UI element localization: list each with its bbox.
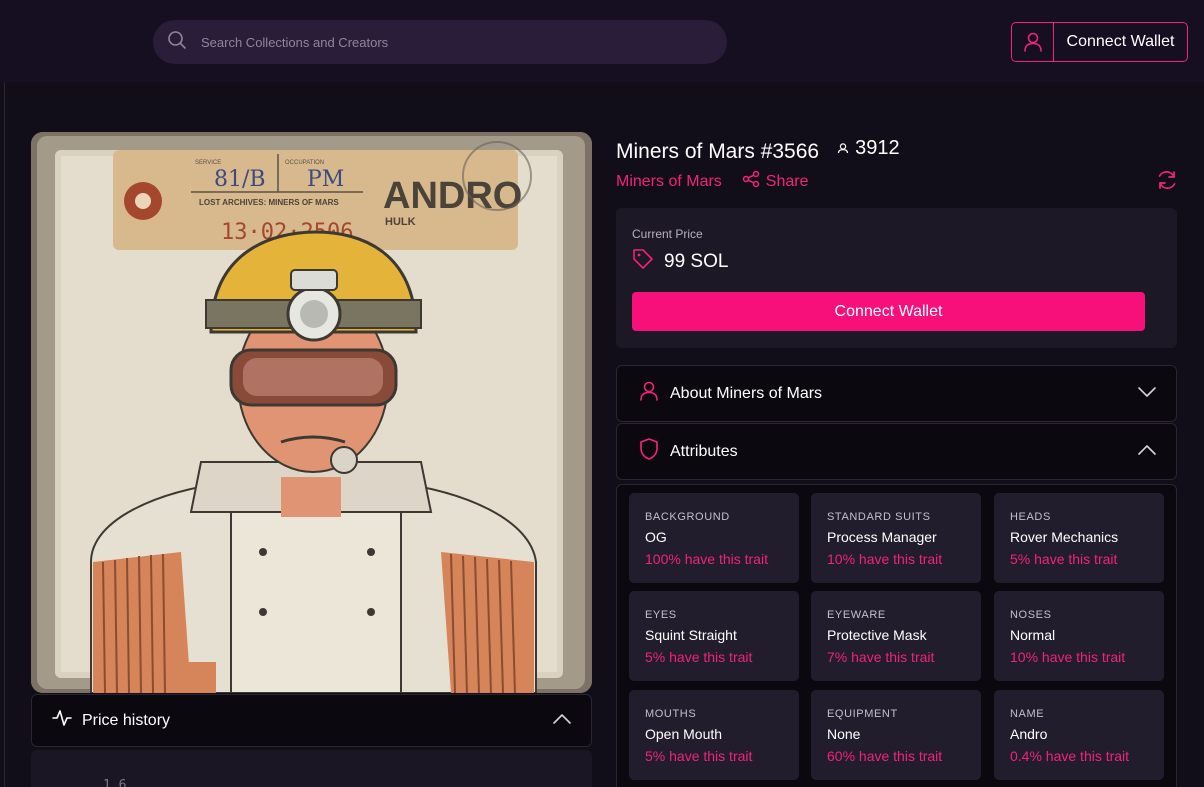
attribute-type: EYES <box>645 609 677 621</box>
attribute-type: NOSES <box>1010 609 1052 621</box>
holders-count: 3912 <box>837 137 900 160</box>
nft-title: Miners of Mars #3566 <box>616 140 820 163</box>
activity-icon <box>52 709 72 732</box>
attribute-value: Protective Mask <box>827 627 927 643</box>
person-icon <box>837 137 855 160</box>
attribute-card: EYES Squint Straight 5% have this trait <box>629 591 799 681</box>
art-occupation-label: OCCUPATION <box>285 160 324 166</box>
attribute-type: STANDARD SUITS <box>827 511 931 523</box>
search-bar[interactable] <box>153 20 727 64</box>
attribute-card: HEADS Rover Mechanics 5% have this trait <box>994 493 1164 583</box>
attribute-value: Open Mouth <box>645 726 723 742</box>
attribute-card: NAME Andro 0.4% have this trait <box>994 690 1164 780</box>
attribute-card: BACKGROUND OG 100% have this trait <box>629 493 799 583</box>
current-price-label: Current Price <box>632 227 703 241</box>
attribute-rarity: 100% have this trait <box>645 551 768 567</box>
search-input[interactable] <box>201 34 681 50</box>
chevron-down-icon[interactable] <box>1138 385 1156 403</box>
nft-subtitle-row: Miners of Mars Share <box>616 170 809 193</box>
attribute-type: BACKGROUND <box>645 511 730 523</box>
attribute-value: Andro <box>1010 726 1048 742</box>
art-service-value: 81/B <box>214 167 266 192</box>
attribute-rarity: 5% have this trait <box>645 649 753 665</box>
about-collection-accordion[interactable]: About Miners of Mars <box>616 365 1177 422</box>
attribute-type: NAME <box>1010 708 1045 720</box>
art-subname: HULK <box>385 216 416 228</box>
attribute-type: EYEWARE <box>827 609 886 621</box>
price-line: 99 SOL <box>632 248 728 275</box>
price-history-title: Price history <box>82 711 171 729</box>
art-service-label: SERVICE <box>195 160 221 166</box>
shield-icon <box>638 437 660 466</box>
attribute-rarity: 60% have this trait <box>827 748 943 764</box>
attribute-card: MOUTHS Open Mouth 5% have this trait <box>629 690 799 780</box>
chevron-up-icon[interactable] <box>1138 443 1156 461</box>
price-history-y-tick: 1.6 <box>103 778 127 787</box>
attribute-value: OG <box>645 529 667 545</box>
attribute-type: MOUTHS <box>645 708 697 720</box>
price-amount: 99 SOL <box>664 250 729 272</box>
attribute-rarity: 7% have this trait <box>827 649 935 665</box>
chevron-up-icon[interactable] <box>553 712 571 730</box>
holders-value: 3912 <box>855 136 900 159</box>
attribute-card: EQUIPMENT None 60% have this trait <box>811 690 981 780</box>
attribute-card: STANDARD SUITS Process Manager 10% have … <box>811 493 981 583</box>
attribute-card: NOSES Normal 10% have this trait <box>994 591 1164 681</box>
attributes-panel: BACKGROUND OG 100% have this trait STAND… <box>616 484 1177 787</box>
share-icon <box>742 170 760 193</box>
attribute-rarity: 0.4% have this trait <box>1010 748 1130 764</box>
tag-icon <box>632 248 654 275</box>
attributes-label: Attributes <box>670 442 738 460</box>
attribute-value: None <box>827 726 861 742</box>
refresh-icon[interactable] <box>1156 170 1178 195</box>
attribute-value: Normal <box>1010 627 1056 643</box>
nft-image: SERVICE 81/B OCCUPATION PM LOST ARCHIVES… <box>31 132 592 693</box>
attribute-value: Squint Straight <box>645 627 737 643</box>
attribute-rarity: 10% have this trait <box>827 551 943 567</box>
collection-link[interactable]: Miners of Mars <box>616 173 722 191</box>
attribute-value: Process Manager <box>827 529 937 545</box>
connect-wallet-button[interactable]: Connect Wallet <box>632 292 1145 331</box>
attribute-type: EQUIPMENT <box>827 708 898 720</box>
about-collection-label: About Miners of Mars <box>670 384 823 402</box>
price-history-accordion[interactable]: Price history <box>31 694 592 747</box>
share-label: Share <box>765 172 809 190</box>
attribute-value: Rover Mechanics <box>1010 529 1119 545</box>
art-archive-text: LOST ARCHIVES: MINERS OF MARS <box>199 198 339 207</box>
attribute-card: EYEWARE Protective Mask 7% have this tra… <box>811 591 981 681</box>
connect-wallet-header-button[interactable]: Connect Wallet <box>1011 22 1188 62</box>
attribute-rarity: 5% have this trait <box>1010 551 1118 567</box>
attribute-type: HEADS <box>1010 511 1051 523</box>
attribute-rarity: 5% have this trait <box>645 748 753 764</box>
price-history-chart: 1.6 <box>31 750 592 787</box>
user-icon <box>1012 23 1054 61</box>
price-card: Current Price 99 SOL Connect Wallet <box>616 208 1177 348</box>
user-icon <box>638 380 660 407</box>
left-divider <box>4 82 5 787</box>
share-button[interactable]: Share <box>736 170 809 193</box>
nft-title-row: Miners of Mars #3566 3912 <box>616 137 900 164</box>
attribute-rarity: 10% have this trait <box>1010 649 1126 665</box>
connect-wallet-header-label: Connect Wallet <box>1066 33 1175 50</box>
attributes-accordion[interactable]: Attributes <box>616 423 1177 480</box>
search-icon <box>167 30 187 55</box>
art-occupation-value: PM <box>307 167 344 192</box>
